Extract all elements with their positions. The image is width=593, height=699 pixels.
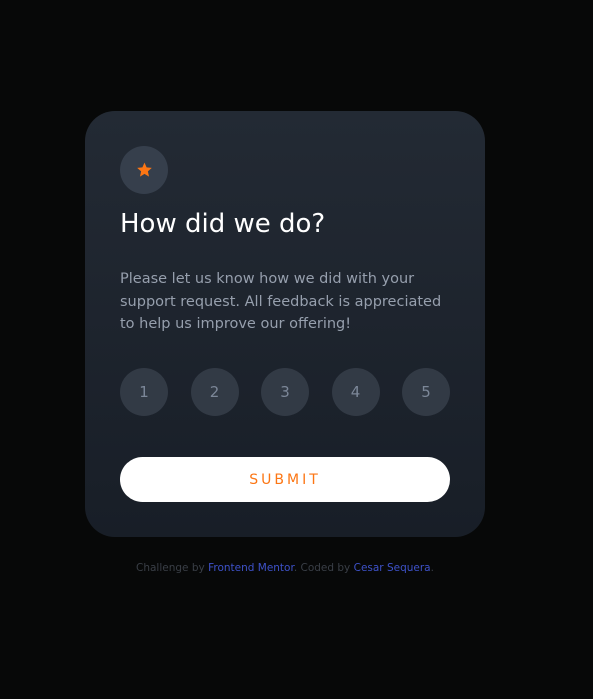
rating-options: 1 2 3 4 5 — [120, 368, 450, 416]
rating-option-5[interactable]: 5 — [402, 368, 450, 416]
submit-button[interactable]: SUBMIT — [120, 457, 450, 502]
card-description: Please let us know how we did with your … — [120, 271, 442, 332]
rating-option-3[interactable]: 3 — [261, 368, 309, 416]
attribution-middle: . Coded by — [293, 562, 354, 574]
attribution: Challenge by Frontend Mentor. Coded by C… — [0, 562, 570, 574]
star-badge — [120, 146, 168, 194]
rating-option-2[interactable]: 2 — [190, 368, 239, 416]
star-icon — [136, 162, 152, 177]
rating-option-1[interactable]: 1 — [120, 368, 168, 416]
author-link[interactable]: Cesar Sequera — [354, 562, 431, 574]
card-title: How did we do? — [120, 209, 326, 239]
frontend-mentor-link[interactable]: Frontend Mentor — [208, 562, 294, 574]
rating-card: How did we do? Please let us know how we… — [85, 111, 485, 537]
attribution-prefix: Challenge by — [136, 562, 209, 574]
rating-option-4[interactable]: 4 — [331, 368, 380, 416]
attribution-suffix: . — [430, 562, 434, 574]
